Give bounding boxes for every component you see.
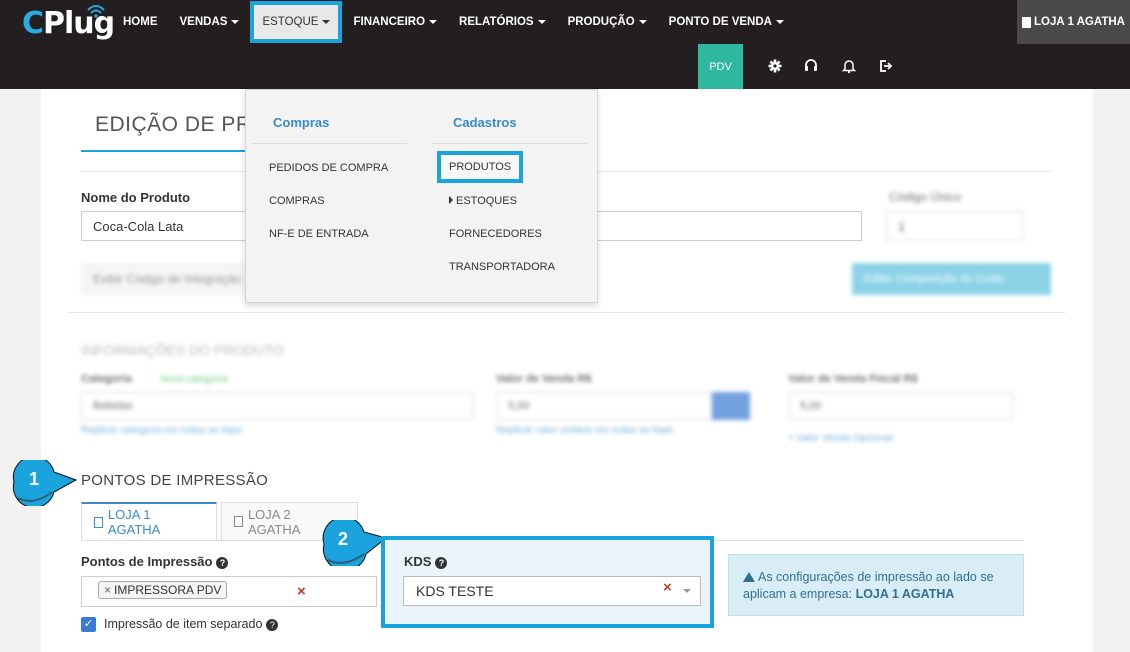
- categoria-select[interactable]: Bebidas: [81, 392, 473, 420]
- menu-item-estoques[interactable]: ESTOQUES: [449, 195, 517, 207]
- codigo-input[interactable]: 1: [886, 211, 1024, 241]
- tab-loja-1[interactable]: LOJA 1 AGATHA: [81, 502, 217, 540]
- callout-2-number: 2: [338, 529, 349, 549]
- codigo-label: Código Único: [889, 190, 962, 204]
- valor-opcional-link[interactable]: + Valor Venda Opcional: [788, 433, 893, 444]
- nav-relatorios-label: RELATÓRIOS: [459, 16, 534, 28]
- nav-financeiro[interactable]: FINANCEIRO: [342, 0, 448, 44]
- pdv-label: PDV: [709, 60, 732, 73]
- caret-down-icon: [537, 20, 546, 24]
- estoque-dropdown-menu: Compras PEDIDOS DE COMPRA COMPRAS NF-E D…: [245, 89, 598, 303]
- tag-label: IMPRESSORA PDV: [114, 583, 222, 597]
- caret-down-icon: [638, 20, 647, 24]
- separate-item-text: Impressão de item separado: [104, 617, 263, 631]
- nav-relatorios[interactable]: RELATÓRIOS: [448, 0, 557, 44]
- nav-vendas[interactable]: VENDAS: [169, 0, 251, 44]
- chevron-down-icon[interactable]: [683, 589, 691, 593]
- warning-icon: [743, 572, 755, 582]
- wifi-icon: [87, 5, 105, 18]
- valor-venda-addon[interactable]: [712, 392, 750, 420]
- cplug-logo[interactable]: CPlug: [22, 4, 115, 44]
- callout-1-number: 1: [29, 469, 40, 489]
- nav-estoque-label: ESTOQUE: [262, 16, 319, 28]
- print-config-info: As configurações de impressão ao lado se…: [728, 554, 1024, 616]
- help-icon[interactable]: ?: [216, 557, 229, 569]
- nav-home[interactable]: HOME: [112, 0, 169, 44]
- nav-vendas-label: VENDAS: [179, 16, 228, 28]
- help-icon[interactable]: ?: [435, 557, 448, 569]
- caret-down-icon: [231, 20, 240, 24]
- building-icon: [1022, 16, 1032, 28]
- product-name-label: Nome do Produto: [81, 190, 191, 205]
- store-label: LOJA 1 AGATHA: [1034, 16, 1125, 28]
- nav-ponto-de-venda[interactable]: PONTO DE VENDA: [658, 0, 795, 44]
- pdv-button[interactable]: PDV: [698, 44, 743, 89]
- caret-down-icon: [775, 20, 784, 24]
- pontos-impressao-label: Pontos de Impressão?: [81, 554, 229, 569]
- clear-pontos-icon[interactable]: ×: [297, 583, 306, 600]
- callout-2-marker: [322, 520, 388, 566]
- kds-label-text: KDS: [404, 554, 432, 569]
- building-icon: [234, 516, 243, 527]
- menu-item-fornecedores[interactable]: FORNECEDORES: [449, 228, 542, 240]
- caret-down-icon: [429, 20, 438, 24]
- dropdown-heading-cadastros: Cadastros: [453, 115, 517, 130]
- nav-producao[interactable]: PRODUÇÃO: [557, 0, 658, 44]
- nova-categoria-link[interactable]: Nova categoria: [160, 374, 227, 385]
- menu-item-produtos[interactable]: PRODUTOS: [441, 155, 520, 179]
- headset-icon[interactable]: [803, 58, 819, 74]
- logo-prefix: C: [22, 6, 44, 41]
- tab-loja-1-label: LOJA 1 AGATHA: [107, 507, 161, 537]
- separate-item-label: Impressão de item separado?: [104, 617, 279, 631]
- menu-item-estoques-label: ESTOQUES: [456, 195, 517, 207]
- section-divider: [68, 312, 1065, 313]
- title-underline: [81, 150, 253, 152]
- kds-label: KDS?: [404, 554, 448, 569]
- print-section-title: PONTOS DE IMPRESSÃO: [81, 472, 269, 489]
- valor-venda-label: Valor de Venda R$: [496, 373, 592, 385]
- help-icon[interactable]: ?: [266, 619, 279, 631]
- bell-icon[interactable]: [841, 58, 857, 74]
- dropdown-divider: [432, 143, 587, 144]
- dropdown-heading-compras: Compras: [273, 115, 330, 130]
- dropdown-divider: [252, 143, 407, 144]
- nav-estoque[interactable]: ESTOQUE: [254, 5, 339, 39]
- nav-producao-label: PRODUÇÃO: [567, 16, 635, 28]
- edit-cost-button[interactable]: Editar Composição do Custo: [852, 263, 1051, 295]
- kds-select[interactable]: KDS TESTE: [403, 576, 701, 606]
- top-navbar: CPlug HOME VENDAS ESTOQUE FINANCEIRO REL…: [0, 0, 1130, 89]
- pontos-impressao-text: Pontos de Impressão: [81, 554, 213, 569]
- nav-financeiro-label: FINANCEIRO: [353, 16, 426, 28]
- replicar-valor-link[interactable]: Replicar valor unitário em todas as loja…: [496, 425, 673, 436]
- kds-value: KDS TESTE: [416, 583, 494, 599]
- caret-down-icon: [322, 20, 331, 24]
- callout-1-marker: [12, 460, 78, 506]
- info-company: LOJA 1 AGATHA: [855, 587, 955, 601]
- replicar-categoria-link[interactable]: Replicar categoria em todas as lojas: [81, 425, 242, 436]
- valor-fiscal-input[interactable]: 5,00: [788, 392, 1013, 420]
- nav-pdv-label: PONTO DE VENDA: [668, 16, 772, 28]
- valor-fiscal-label: Valor de Venda Fiscal R$: [788, 373, 918, 385]
- clear-kds-icon[interactable]: ×: [663, 579, 672, 596]
- caret-right-icon: [449, 196, 453, 204]
- menu-item-transportadora[interactable]: TRANSPORTADORA: [449, 261, 555, 273]
- nav-home-label: HOME: [123, 16, 158, 28]
- page-title: EDIÇÃO DE PRO: [95, 113, 269, 136]
- tag-remove-icon[interactable]: ×: [104, 583, 111, 597]
- menu-item-nfe-entrada[interactable]: NF-E DE ENTRADA: [269, 228, 369, 240]
- gear-icon[interactable]: [767, 58, 783, 74]
- menu-item-compras[interactable]: COMPRAS: [269, 195, 325, 207]
- logout-icon[interactable]: [877, 58, 893, 74]
- store-selector-button[interactable]: LOJA 1 AGATHA: [1017, 0, 1130, 44]
- info-section-title: INFORMAÇÕES DO PRODUTO: [81, 342, 284, 358]
- categoria-label: Categoria: [81, 373, 132, 385]
- separate-item-checkbox[interactable]: ✓: [81, 617, 96, 632]
- menu-item-pedidos-compra[interactable]: PEDIDOS DE COMPRA: [269, 162, 388, 174]
- building-icon: [94, 516, 103, 528]
- valor-venda-input[interactable]: 5,00: [496, 392, 712, 420]
- main-nav: HOME VENDAS ESTOQUE FINANCEIRO RELATÓRIO…: [112, 0, 795, 44]
- impressora-tag: × IMPRESSORA PDV: [98, 581, 228, 599]
